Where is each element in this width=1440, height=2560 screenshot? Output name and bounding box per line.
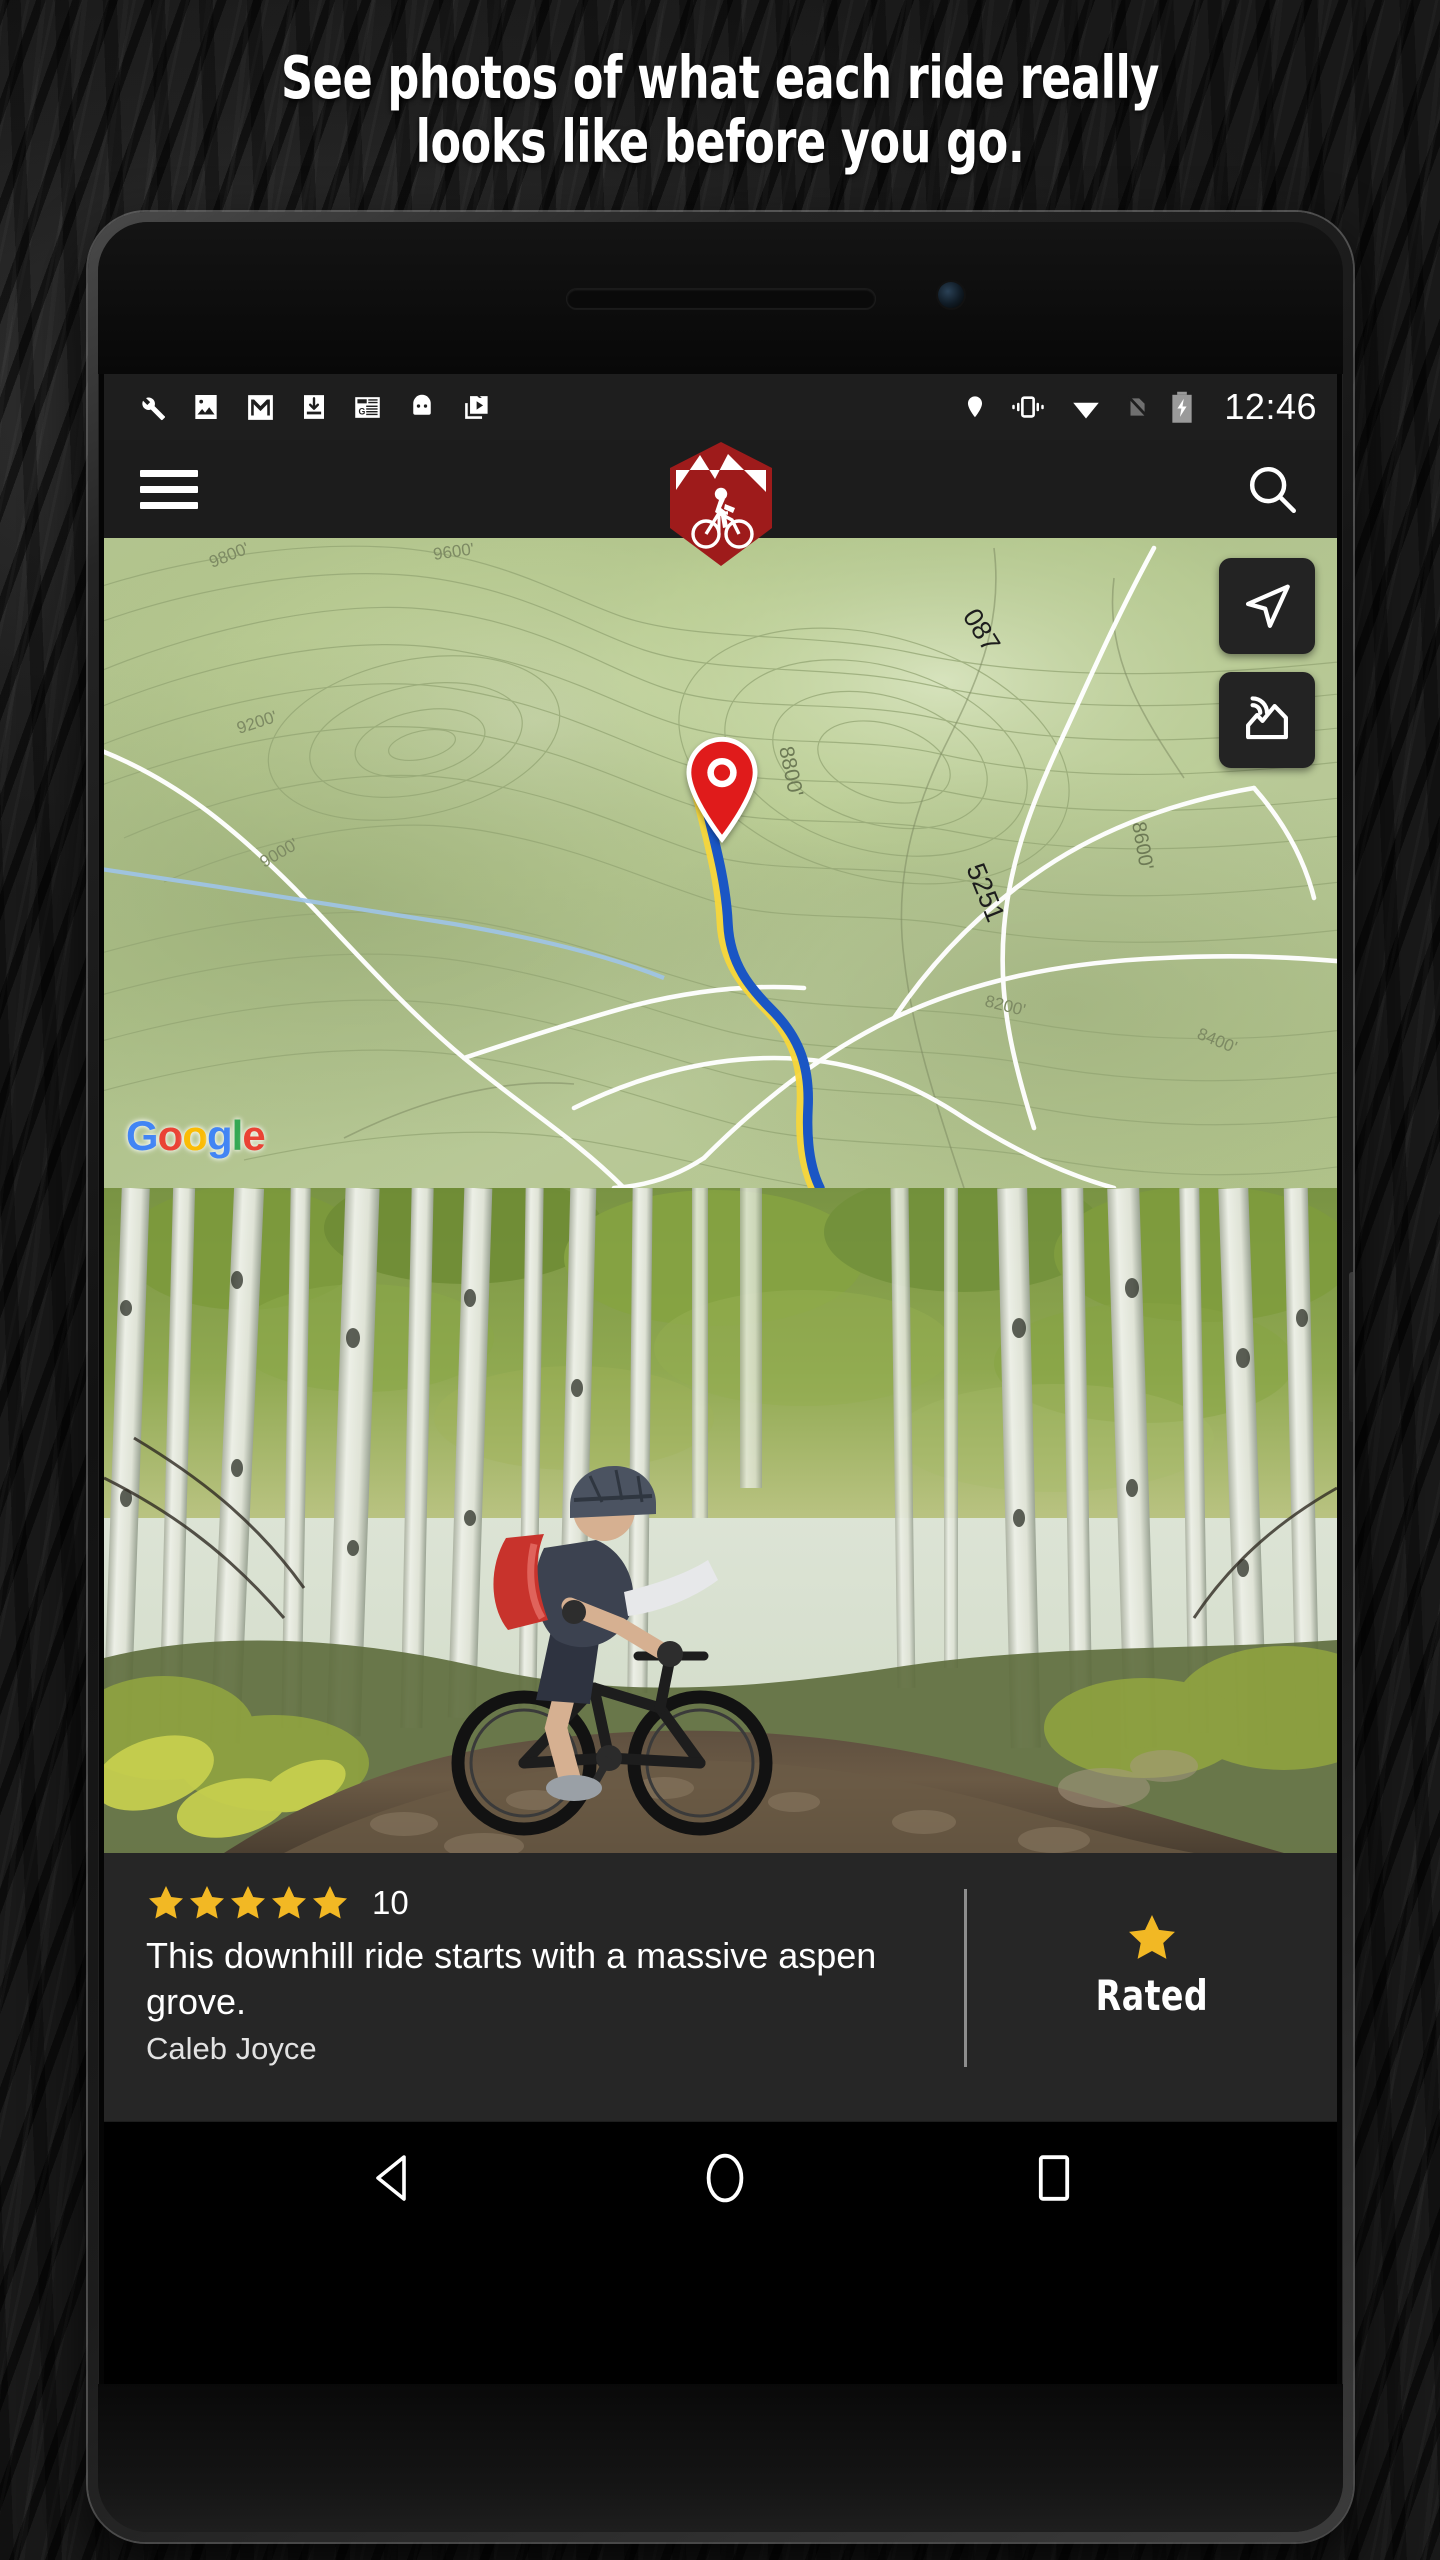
hamburger-line [140,485,198,493]
home-circle-icon [706,2153,743,2203]
star-icon [149,1886,183,1919]
app-logo[interactable] [669,442,772,566]
menu-button[interactable] [140,461,198,518]
battery-charging-icon [1172,391,1193,423]
download-icon [304,395,324,419]
phone-bottom-bezel [98,2384,1343,2532]
phone-device-frame: G 12:46 087 8800' 8600' 5251 9800' 9600'… [88,212,1353,2542]
map-terrain-canvas: 087 8800' 8600' 5251 9800' 9600' 9200' 9… [104,538,1337,1188]
back-triangle-icon [375,2155,406,2201]
android-nav-bar [104,2121,1337,2234]
promo-headline: See photos of what each ride really look… [115,46,1325,173]
app-header-bar [104,440,1337,566]
headline-line-1: See photos of what each ride really [280,43,1160,112]
trail-photo[interactable] [104,1188,1337,1853]
google-letter: g [206,1112,233,1159]
no-sim-icon [1127,395,1149,418]
headline-line-2: looks like before you go. [415,106,1025,176]
aspen-grove-photo [104,1188,1337,1853]
photo-author: Caleb Joyce [146,2031,317,2067]
star-icon [1129,1915,1175,1959]
wifi-icon [1073,402,1100,419]
android-icon [413,394,431,415]
map-layers-button[interactable] [1219,672,1315,768]
search-icon[interactable] [1243,460,1301,518]
google-letter: o [157,1112,184,1159]
star-icon [313,1886,347,1919]
status-notification-icons: G [134,390,493,424]
hamburger-line [140,469,198,477]
navigation-arrow-icon [1245,584,1290,628]
google-letter: o [182,1112,208,1159]
trail-info-panel: 10 This downhill ride starts with a mass… [104,1853,1337,2121]
earpiece-speaker [565,288,876,309]
trail-info-left: 10 This downhill ride starts with a mass… [146,1883,886,2067]
rating-count: 10 [372,1884,409,1921]
status-system-icons: 12:46 [962,386,1317,428]
phone-inner-shell: G 12:46 087 8800' 8600' 5251 9800' 9600'… [98,222,1343,2532]
rated-badge[interactable]: Rated [967,1883,1337,2020]
vibrate-icon [1012,396,1045,418]
google-letter: G [126,1112,159,1159]
rated-label: Rated [1095,1971,1209,2020]
nav-back-button[interactable] [368,2152,416,2204]
phone-top-bezel [98,222,1343,374]
svg-text:G: G [358,406,365,416]
google-news-icon: G [355,396,380,418]
google-attribution: Google [126,1112,266,1160]
star-icon [231,1886,265,1919]
status-clock: 12:46 [1224,386,1317,427]
google-letter: e [242,1112,265,1159]
star-icon [272,1886,306,1919]
play-movies-icon [465,394,488,419]
rating-row: 10 [146,1883,886,1923]
gmail-icon [248,394,273,420]
trail-map[interactable]: 087 8800' 8600' 5251 9800' 9600' 9200' 9… [104,538,1337,1188]
wrench-icon [142,397,166,421]
google-letter: l [231,1112,244,1159]
map-location-pin[interactable] [679,734,765,846]
photo-terrain-icon [1246,696,1288,740]
nav-home-button[interactable] [703,2150,747,2206]
location-icon [968,396,983,418]
star-icon [190,1886,224,1919]
recents-square-icon [1038,2155,1069,2201]
nav-recents-button[interactable] [1034,2152,1074,2204]
power-button[interactable] [1349,1272,1353,1422]
android-status-bar: G 12:46 [104,374,1337,440]
phone-screen: G 12:46 087 8800' 8600' 5251 9800' 9600'… [104,374,1337,2384]
front-camera [938,282,964,308]
star-rating [146,1883,350,1923]
trail-description: This downhill ride starts with a massive… [146,1935,877,2023]
hamburger-line [140,501,198,509]
photo-icon [195,395,217,419]
locate-me-button[interactable] [1219,558,1315,654]
map-controls [1219,558,1315,768]
